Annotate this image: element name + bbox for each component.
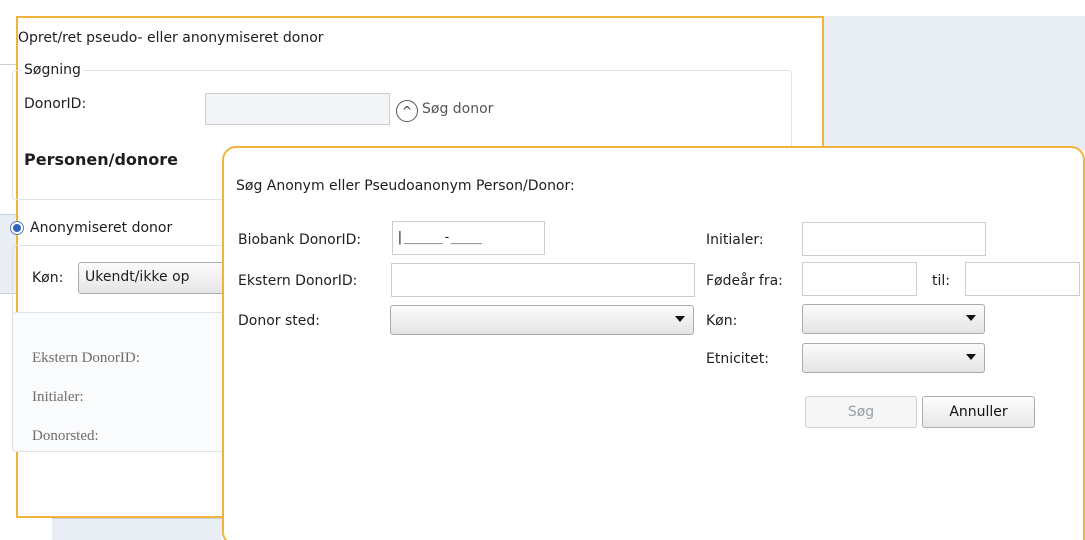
fodear-label: Fødeår fra: xyxy=(706,273,783,289)
dialog-title: Søg Anonym eller Pseudoanonym Person/Don… xyxy=(236,178,575,194)
anonymized-donor-radio[interactable]: Anonymiseret donor xyxy=(10,220,172,236)
initialer-label: Initialer: xyxy=(32,389,84,405)
ekstern-donorid-input[interactable] xyxy=(391,263,695,297)
kon-label-dialog: Køn: xyxy=(706,313,738,329)
biobank-donorid-mask: |_____-____ xyxy=(396,230,483,245)
gender-select[interactable]: Ukendt/ikke op xyxy=(78,262,228,294)
donor-sted-label: Donor sted: xyxy=(238,313,320,329)
fodear-to-input[interactable] xyxy=(965,262,1080,296)
anonymized-donor-label: Anonymiseret donor xyxy=(30,220,173,236)
donor-editor-title: Opret/ret pseudo- eller anonymiseret don… xyxy=(18,30,324,46)
donor-sted-select[interactable] xyxy=(390,305,694,335)
radio-selected-dot xyxy=(13,224,21,232)
kon-select[interactable] xyxy=(802,304,985,334)
chevron-down-icon xyxy=(966,315,976,321)
app-bottom-strip xyxy=(52,518,222,540)
initialer-label-dialog: Initialer: xyxy=(706,232,764,248)
ekstern-donorid-label-dialog: Ekstern DonorID: xyxy=(238,273,358,289)
chevron-down-icon xyxy=(966,354,976,360)
donorsted-label: Donorsted: xyxy=(32,428,99,444)
search-donor-link[interactable]: Søg donor xyxy=(422,101,493,117)
til-label: til: xyxy=(932,273,950,289)
person-heading: Personen/donore xyxy=(24,150,179,169)
app-background-panel xyxy=(822,16,1085,150)
ekstern-donorid-label: Ekstern DonorID: xyxy=(32,350,140,366)
search-button[interactable]: Søg xyxy=(805,396,917,428)
chevron-down-icon xyxy=(675,316,685,322)
initialer-input[interactable] xyxy=(802,222,986,256)
etnicitet-select[interactable] xyxy=(802,343,985,373)
radio-button[interactable] xyxy=(10,221,24,235)
donorid-input[interactable] xyxy=(205,93,390,125)
chevron-up-icon[interactable]: ^ xyxy=(396,100,418,122)
app-top-strip xyxy=(0,0,1085,16)
etnicitet-label: Etnicitet: xyxy=(706,351,769,367)
donorid-label: DonorID: xyxy=(24,96,87,112)
cancel-button[interactable]: Annuller xyxy=(922,396,1035,428)
search-group-legend: Søgning xyxy=(22,62,83,78)
gender-label: Køn: xyxy=(32,270,64,286)
app-divider xyxy=(0,64,16,65)
fodear-from-input[interactable] xyxy=(802,262,917,296)
biobank-donorid-label: Biobank DonorID: xyxy=(238,232,362,248)
